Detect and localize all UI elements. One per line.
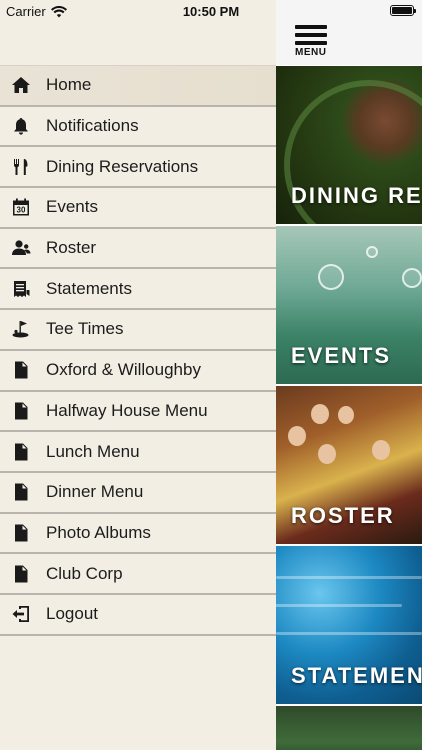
tile-tee-times[interactable]: [276, 706, 422, 750]
tile-roster[interactable]: ROSTER: [276, 386, 422, 544]
calendar-icon: 30: [10, 196, 32, 218]
side-menu: Home Notifications Dining Reservations 3…: [0, 0, 276, 750]
tile-title: STATEMENTS: [291, 663, 422, 688]
menu-item-label: Halfway House Menu: [46, 400, 208, 420]
golf-icon: [10, 318, 32, 340]
menu-item-dining-reservations[interactable]: Dining Reservations: [0, 147, 276, 189]
status-bar: Carrier 10:50 PM: [0, 0, 422, 22]
bell-icon: [10, 115, 32, 137]
menu-item-notifications[interactable]: Notifications: [0, 107, 276, 148]
document-icon: [10, 563, 32, 585]
tile-title: EVENTS: [291, 343, 392, 368]
menu-item-roster[interactable]: Roster: [0, 229, 276, 270]
menu-item-photo-albums[interactable]: Photo Albums: [0, 514, 276, 555]
menu-item-statements[interactable]: Statements: [0, 269, 276, 311]
menu-item-events[interactable]: 30 Events: [0, 188, 276, 229]
battery-icon: [390, 5, 416, 16]
menu-item-label: Home: [46, 75, 92, 95]
home-icon: [10, 74, 32, 96]
menu-item-club-corp[interactable]: Club Corp: [0, 554, 276, 595]
menu-item-label: Club Corp: [46, 563, 123, 583]
document-icon: [10, 522, 32, 544]
menu-item-label: Events: [46, 197, 98, 217]
main-content: MENU DINING RESERVATIONS EVENTS ROSTER S…: [276, 0, 422, 750]
menu-button-label: MENU: [295, 47, 327, 58]
menu-item-label: Tee Times: [46, 319, 124, 339]
menu-item-label: Roster: [46, 238, 97, 258]
tile-title: DINING RESERVATIONS: [291, 183, 422, 208]
menu-item-lunch-menu[interactable]: Lunch Menu: [0, 432, 276, 473]
menu-list: Home Notifications Dining Reservations 3…: [0, 65, 276, 636]
clock: 10:50 PM: [182, 4, 240, 19]
tile-events[interactable]: EVENTS: [276, 226, 422, 384]
menu-item-label: Notifications: [46, 116, 139, 136]
menu-button[interactable]: MENU: [295, 25, 327, 58]
menu-item-label: Oxford & Willoughby: [46, 360, 201, 380]
tile-title: ROSTER: [291, 503, 395, 528]
hamburger-icon: [295, 25, 327, 29]
menu-item-halfway-house-menu[interactable]: Halfway House Menu: [0, 392, 276, 433]
tile-dining-reservations[interactable]: DINING RESERVATIONS: [276, 66, 422, 224]
menu-item-label: Lunch Menu: [46, 441, 140, 461]
document-icon: [10, 400, 32, 422]
water-photo: [276, 576, 422, 579]
menu-item-oxford-willoughby[interactable]: Oxford & Willoughby: [0, 351, 276, 392]
menu-item-label: Dinner Menu: [46, 482, 144, 502]
menu-item-label: Photo Albums: [46, 522, 151, 542]
fork-knife-icon: [10, 156, 32, 178]
document-icon: [10, 441, 32, 463]
receipt-icon: [10, 278, 32, 300]
group-photo: [311, 404, 329, 424]
menu-item-label: Statements: [46, 278, 132, 298]
document-icon: [10, 359, 32, 381]
menu-item-logout[interactable]: Logout: [0, 595, 276, 636]
menu-item-home[interactable]: Home: [0, 66, 276, 107]
menu-item-label: Logout: [46, 604, 98, 624]
logout-icon: [10, 603, 32, 625]
bubble-photo: [318, 264, 344, 290]
tile-statements[interactable]: STATEMENTS: [276, 546, 422, 704]
menu-item-tee-times[interactable]: Tee Times: [0, 310, 276, 351]
menu-item-dinner-menu[interactable]: Dinner Menu: [0, 473, 276, 514]
menu-item-label: Dining Reservations: [46, 156, 199, 176]
people-icon: [10, 237, 32, 259]
document-icon: [10, 481, 32, 503]
calendar-day-text: 30: [17, 206, 26, 215]
